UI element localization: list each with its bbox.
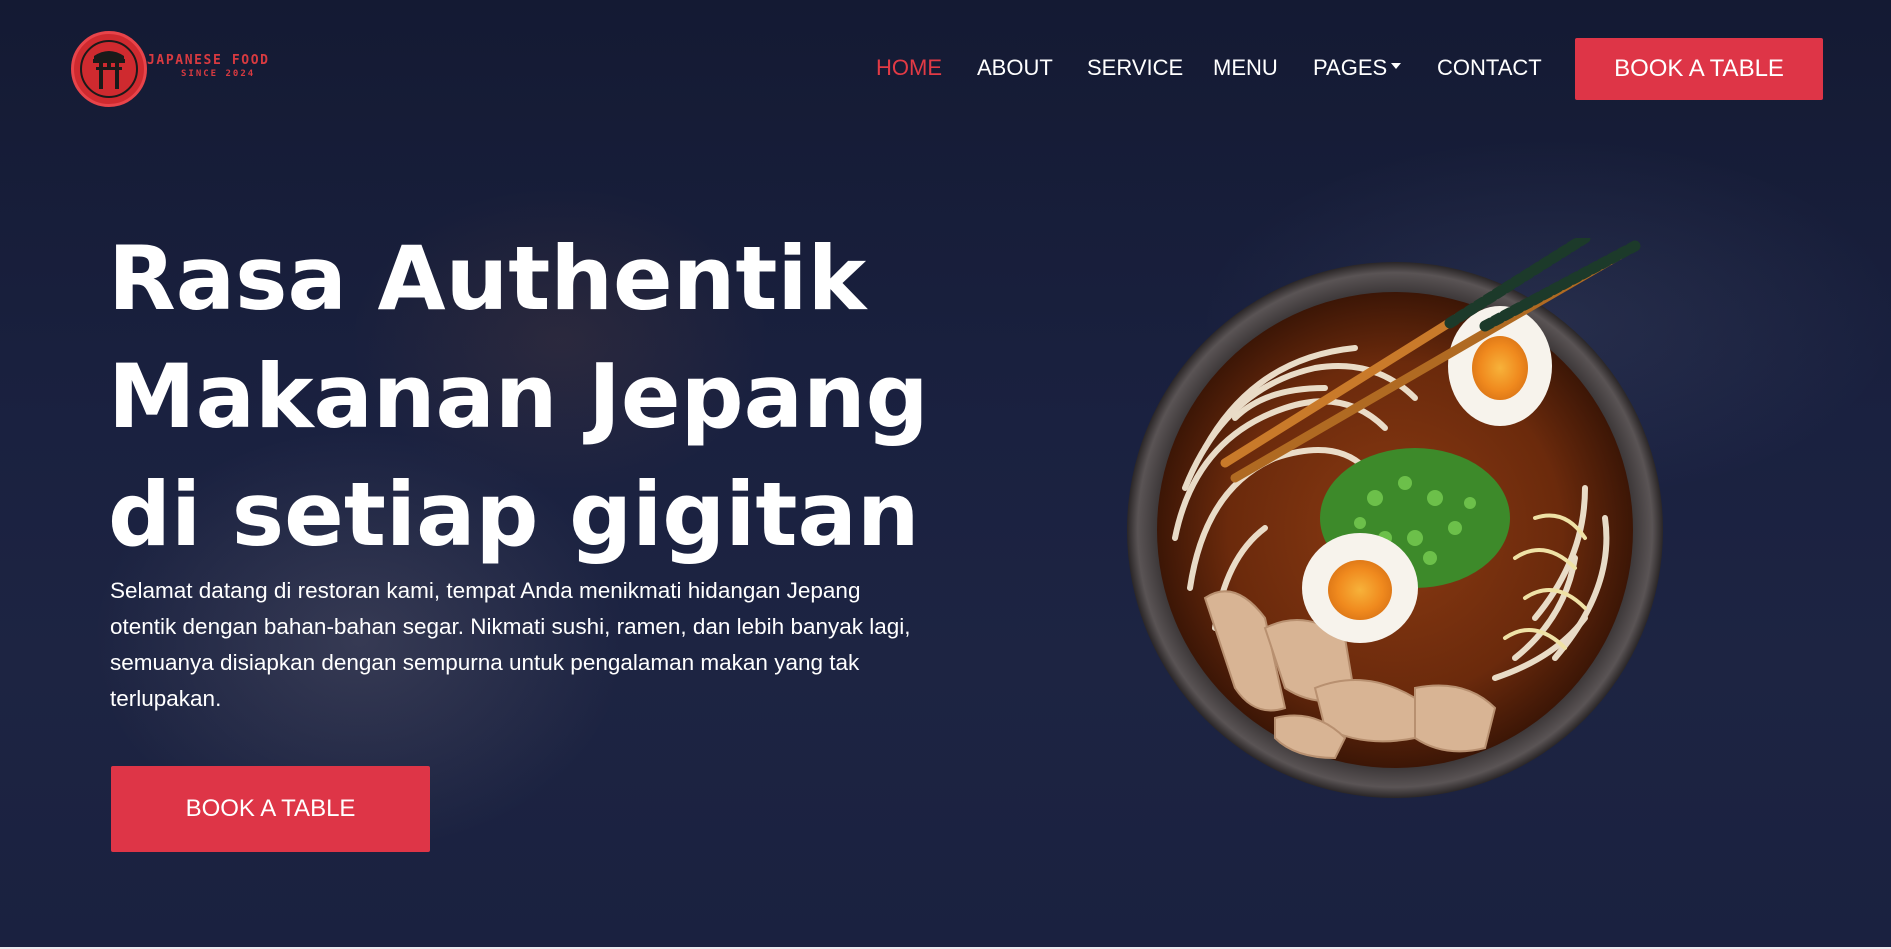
nav-pages-dropdown[interactable]: PAGES	[1313, 55, 1402, 81]
hero-title-line-3: di setiap gigitan	[108, 463, 920, 566]
hero-description: Selamat datang di restoran kami, tempat …	[110, 578, 911, 711]
nav-home[interactable]: HOME	[876, 55, 942, 81]
hero-title-line-2: Makanan Jepang	[108, 345, 929, 448]
hero-section: JAPANESE FOOD SINCE 2024 HOME ABOUT SERV…	[0, 0, 1891, 947]
nav-about[interactable]: ABOUT	[977, 55, 1053, 81]
hero-title-line-1: Rasa Authentik	[108, 227, 867, 330]
nav-service[interactable]: SERVICE	[1087, 55, 1183, 81]
nav-contact[interactable]: CONTACT	[1437, 55, 1542, 81]
brand-name: JAPANESE FOOD	[147, 53, 270, 68]
book-table-hero-button[interactable]: BOOK A TABLE	[111, 766, 430, 852]
nav-menu[interactable]: MENU	[1213, 55, 1278, 81]
caret-down-icon	[1391, 63, 1402, 70]
ramen-bowl-image	[1115, 232, 1675, 798]
hero-title: Rasa Authentik Makanan Jepang di setiap …	[108, 220, 968, 574]
nav-pages-label: PAGES	[1313, 55, 1388, 80]
brand-since: SINCE 2024	[181, 69, 256, 79]
book-table-nav-button[interactable]: BOOK A TABLE	[1575, 38, 1823, 100]
torii-gate-icon	[71, 31, 147, 107]
brand-logo[interactable]: JAPANESE FOOD SINCE 2024	[71, 31, 301, 107]
